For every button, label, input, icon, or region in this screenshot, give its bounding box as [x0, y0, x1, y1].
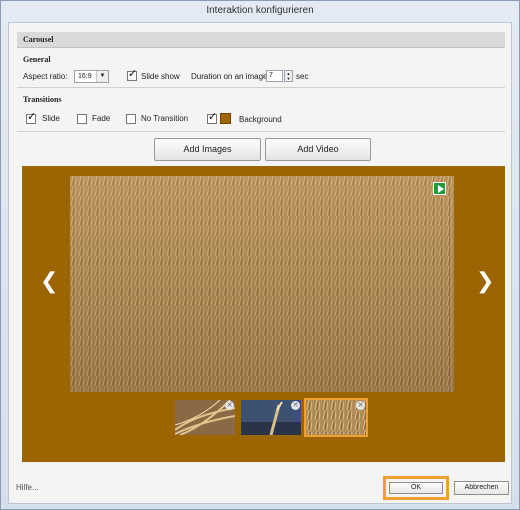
fade-label: Fade — [92, 114, 111, 123]
main-image — [70, 176, 454, 392]
thumbnail-3[interactable]: ✕ — [304, 398, 368, 437]
checkmark-icon: ✓ — [27, 111, 37, 123]
background-color-swatch[interactable] — [220, 113, 231, 124]
checkmark-icon: ✓ — [208, 111, 218, 123]
general-heading: General — [23, 55, 51, 64]
aspect-ratio-label: Aspect ratio: — [23, 72, 68, 81]
video-play-icon[interactable] — [433, 182, 446, 195]
fade-checkbox[interactable] — [77, 114, 87, 124]
carousel-stage: ❮ ❯ ✕ ✕ ✕ — [22, 166, 505, 462]
chevron-down-icon: ▼ — [96, 71, 108, 82]
duration-input[interactable]: 7 — [266, 70, 283, 82]
spin-down-icon[interactable]: ▼ — [285, 76, 292, 81]
duration-unit: sec — [296, 72, 309, 81]
background-label: Background — [239, 115, 282, 124]
chevron-right-icon[interactable]: ❯ — [476, 270, 494, 292]
dialog-body: Carousel General Aspect ratio: 16:9 ▼ ✓ … — [8, 22, 512, 504]
dialog-window: Interaktion konfigurieren Carousel Gener… — [0, 0, 520, 510]
divider — [17, 87, 505, 88]
checkmark-icon: ✓ — [128, 68, 138, 80]
background-checkbox[interactable]: ✓ — [207, 111, 218, 124]
ok-button[interactable]: OK — [389, 482, 443, 494]
remove-icon[interactable]: ✕ — [225, 401, 234, 410]
chevron-left-icon[interactable]: ❮ — [40, 270, 58, 292]
no-transition-label: No Transition — [141, 114, 189, 123]
duration-stepper[interactable]: ▲ ▼ — [284, 70, 293, 82]
cancel-button[interactable]: Abbrechen — [454, 481, 509, 495]
section-title: Carousel — [17, 32, 505, 48]
slideshow-checkbox[interactable]: ✓ — [127, 68, 138, 81]
ok-highlight: OK — [383, 476, 449, 500]
remove-icon[interactable]: ✕ — [356, 401, 365, 410]
aspect-ratio-value: 16:9 — [78, 73, 92, 80]
transitions-heading: Transitions — [23, 95, 62, 104]
divider — [17, 131, 505, 132]
duration-label: Duration on an image — [191, 72, 268, 81]
remove-icon[interactable]: ✕ — [291, 401, 300, 410]
add-images-button[interactable]: Add Images — [154, 138, 261, 161]
thumbnail-1[interactable]: ✕ — [175, 400, 235, 435]
thumbnail-2[interactable]: ✕ — [241, 400, 301, 435]
add-video-button[interactable]: Add Video — [265, 138, 371, 161]
help-link[interactable]: Hilfe... — [16, 483, 39, 492]
window-title: Interaktion konfigurieren — [206, 5, 314, 16]
slide-label: Slide — [42, 114, 60, 123]
slideshow-label: Slide show — [141, 72, 180, 81]
slide-checkbox[interactable]: ✓ — [26, 111, 37, 124]
no-transition-checkbox[interactable] — [126, 114, 136, 124]
aspect-ratio-select[interactable]: 16:9 ▼ — [74, 70, 109, 83]
